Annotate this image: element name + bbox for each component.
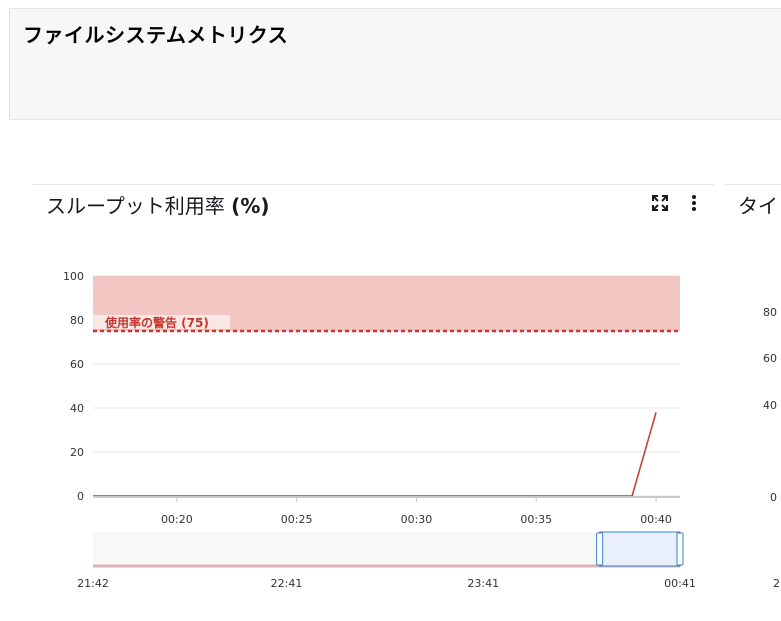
navigator-tick-label: 22:41 <box>271 577 303 590</box>
navigator-handle[interactable] <box>676 532 684 566</box>
navigator-selection <box>599 531 681 567</box>
panel2-y-tick-label: 40 <box>763 399 777 412</box>
panel2-x-tick-label: 2 <box>773 577 780 590</box>
throughput-chart: 020406080100 00:20 00:25 00:30 00:35 00:40 使… <box>63 270 780 590</box>
y-tick-label: 0 <box>77 490 84 503</box>
threshold-label: 使用率の警告 (75) <box>104 315 209 330</box>
y-tick-label: 100 <box>63 270 84 283</box>
y-tick-label: 40 <box>70 402 84 415</box>
y-tick-label: 20 <box>70 446 84 459</box>
y-axis-labels: 0 20 40 60 80 100 <box>63 270 84 503</box>
x-tick-label: 00:40 <box>640 513 672 526</box>
x-axis-labels: 00:20 00:25 00:30 00:35 00:40 <box>161 513 672 526</box>
series-line <box>93 412 657 497</box>
time-navigator: 21:42 22:41 23:41 00:41 <box>77 531 696 590</box>
navigator-bg <box>93 532 680 566</box>
x-tick-label: 00:20 <box>161 513 193 526</box>
x-tick-label: 00:35 <box>520 513 552 526</box>
panel2-partial-chart: 80 60 40 0 2 <box>763 306 780 590</box>
navigator-tick-label: 23:41 <box>467 577 499 590</box>
navigator-tick-label: 21:42 <box>77 577 109 590</box>
panel2-y-tick-label: 0 <box>770 491 777 504</box>
navigator-tick-label: 00:41 <box>664 577 696 590</box>
x-tick-label: 00:25 <box>281 513 313 526</box>
y-tick-label: 60 <box>70 358 84 371</box>
panel2-y-tick-label: 80 <box>763 306 777 319</box>
y-tick-label: 80 <box>70 314 84 327</box>
panel2-y-tick-label: 60 <box>763 352 777 365</box>
x-tick-label: 00:30 <box>401 513 433 526</box>
navigator-handle[interactable] <box>596 532 604 566</box>
